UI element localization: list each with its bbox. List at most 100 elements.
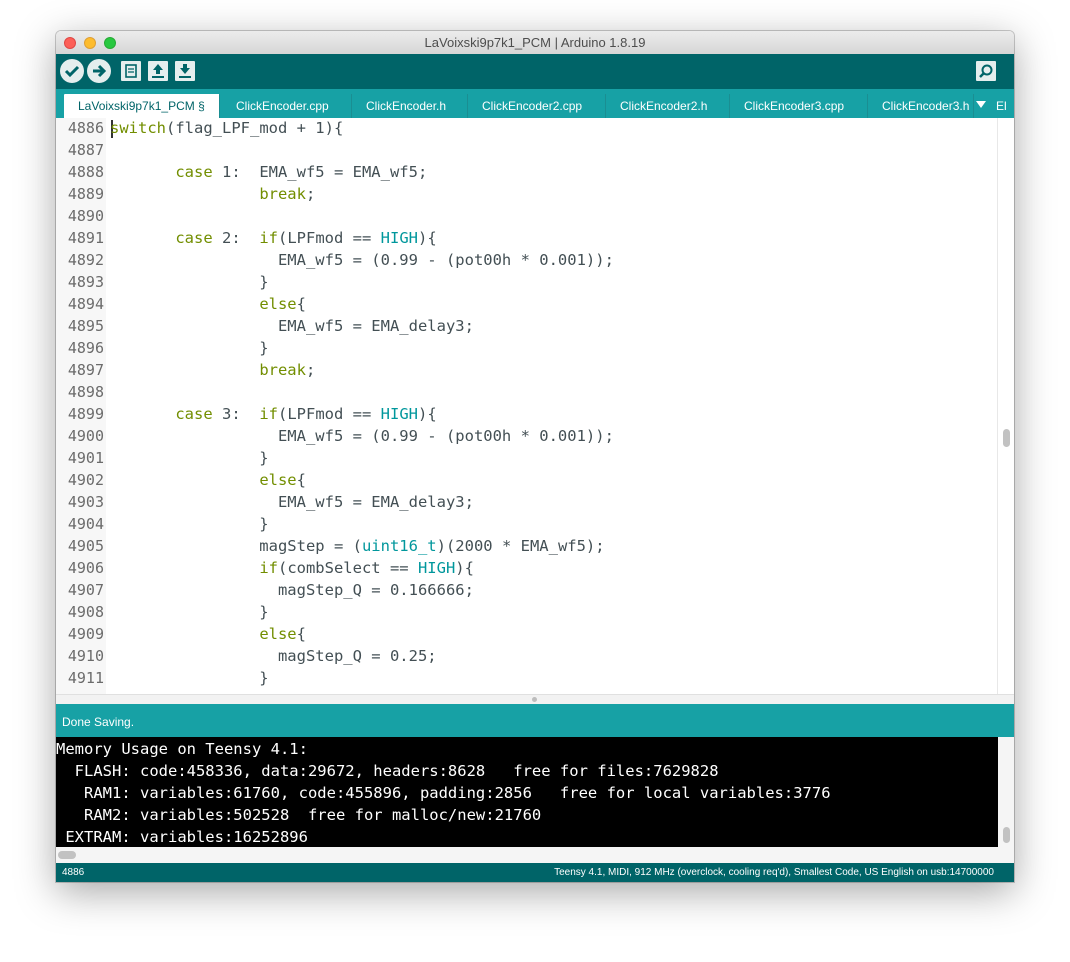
code-line: magStep = (uint16_t)(2000 * EMA_wf5); (110, 537, 604, 555)
code-line: case 2: if(LPFmod == HIGH){ (110, 229, 437, 247)
code-editor[interactable]: 4886 4887 4888 4889 4890 4891 4892 4893 4894 4895… (56, 118, 1014, 724)
line-number: 4895 (67, 317, 104, 335)
code-token: case (175, 229, 213, 247)
title-bar: LaVoixski9p7k1_PCM | Arduino 1.8.19 (56, 31, 1014, 55)
code-token: } (110, 449, 269, 467)
code-line: else{ (110, 471, 306, 489)
line-number-gutter: 4886 4887 4888 4889 4890 4891 4892 4893 4894 4895… (56, 118, 106, 708)
line-number: 4899 (67, 405, 104, 423)
code-token: if (259, 405, 278, 423)
console-line: EXTRAM: variables:16252896 (56, 828, 308, 846)
code-token: { (296, 471, 306, 489)
code-token: else (259, 471, 297, 489)
verify-button[interactable] (60, 59, 84, 83)
divider-grip-icon (532, 697, 537, 702)
check-icon (64, 65, 80, 78)
editor-vertical-scrollbar[interactable] (997, 118, 1014, 708)
console-line: RAM2: variables:502528 free for malloc/n… (56, 806, 542, 824)
tab-bar: LaVoixski9p7k1_PCM § ClickEncoder.cpp Cl… (56, 89, 1014, 118)
line-number: 4886 (67, 119, 104, 137)
code-token: if (259, 229, 278, 247)
upload-button[interactable] (87, 59, 111, 83)
code-line: switch(flag_LPF_mod + 1){ (110, 119, 343, 137)
tab-overflow[interactable]: El (992, 94, 1014, 118)
footer-bar: 4886 Teensy 4.1, MIDI, 912 MHz (overcloc… (56, 863, 1014, 882)
code-token: { (296, 625, 306, 643)
code-token: case (175, 405, 213, 423)
console-output[interactable]: Memory Usage on Teensy 4.1: FLASH: code:… (56, 737, 1014, 863)
code-token: else (259, 295, 297, 313)
code-token: magStep_Q = 0.25; (110, 647, 437, 665)
magnifier-icon (979, 64, 993, 78)
code-line: case 1: EMA_wf5 = EMA_wf5; (110, 163, 427, 181)
console-vertical-scroll-thumb[interactable] (1003, 827, 1010, 843)
code-token: magStep = ( (110, 537, 362, 555)
line-number: 4908 (67, 603, 104, 621)
console-horizontal-scroll-thumb[interactable] (58, 851, 76, 859)
code-line: } (110, 669, 269, 687)
code-token: switch (110, 119, 166, 137)
line-number: 4893 (67, 273, 104, 291)
code-token: (flag_LPF_mod + 1){ (166, 119, 344, 137)
code-token: ){ (417, 229, 437, 247)
tab-lavoixski9p7k1-pcm[interactable]: LaVoixski9p7k1_PCM § (64, 94, 220, 118)
code-line: } (110, 449, 269, 467)
open-sketch-button[interactable] (148, 61, 168, 81)
arrow-right-icon (93, 64, 107, 78)
line-number: 4897 (67, 361, 104, 379)
tab-clickencoder-cpp[interactable]: ClickEncoder.cpp (222, 94, 352, 118)
line-number: 4894 (67, 295, 104, 313)
current-line-number: 4886 (62, 867, 85, 878)
window-title: LaVoixski9p7k1_PCM | Arduino 1.8.19 (424, 35, 646, 50)
open-up-icon (152, 64, 164, 78)
tab-clickencoder3-h[interactable]: ClickEncoder3.h (868, 94, 974, 118)
console-horizontal-scrollbar[interactable] (56, 847, 1014, 863)
line-number: 4907 (67, 581, 104, 599)
new-sketch-button[interactable] (121, 61, 141, 81)
code-token: ){ (417, 405, 437, 423)
line-number: 4900 (67, 427, 104, 445)
tab-clickencoder2-cpp[interactable]: ClickEncoder2.cpp (468, 94, 606, 118)
line-number: 4906 (67, 559, 104, 577)
code-token: } (110, 603, 269, 621)
serial-monitor-button[interactable] (976, 61, 996, 81)
line-number: 4887 (67, 141, 104, 159)
code-token: EMA_wf5 = EMA_delay3; (110, 317, 474, 335)
code-token: (LPFmod == (278, 229, 381, 247)
new-file-icon (125, 64, 137, 78)
code-line: else{ (110, 295, 306, 313)
code-token: else (259, 625, 297, 643)
status-message: Done Saving. (62, 715, 135, 729)
code-token: HIGH (417, 559, 456, 577)
line-number: 4909 (67, 625, 104, 643)
code-token: EMA_wf5 = (0.99 - (pot00h * 0.001)); (110, 427, 614, 445)
line-number: 4904 (67, 515, 104, 533)
tab-menu-chevron-down-icon[interactable] (976, 101, 986, 109)
code-token: magStep_Q = 0.166666; (110, 581, 474, 599)
code-token: } (110, 669, 269, 687)
code-line: if(combSelect == HIGH){ (110, 559, 474, 577)
line-number: 4892 (67, 251, 104, 269)
code-line: } (110, 603, 269, 621)
code-area[interactable]: switch(flag_LPF_mod + 1){ case 1: EMA_wf… (110, 118, 998, 708)
code-token: (combSelect == (277, 559, 418, 577)
save-sketch-button[interactable] (175, 61, 195, 81)
line-number: 4896 (67, 339, 104, 357)
tab-clickencoder-h[interactable]: ClickEncoder.h (352, 94, 468, 118)
line-number: 4911 (67, 669, 104, 687)
code-line: case 3: if(LPFmod == HIGH){ (110, 405, 437, 423)
toolbar (56, 54, 1014, 89)
tab-clickencoder3-cpp[interactable]: ClickEncoder3.cpp (730, 94, 868, 118)
code-token: 1: EMA_wf5 = EMA_wf5; (212, 163, 428, 181)
ide-window: LaVoixski9p7k1_PCM | Arduino 1.8.19 LaVo… (56, 31, 1014, 882)
console-vertical-scrollbar[interactable] (998, 737, 1014, 847)
code-line: EMA_wf5 = (0.99 - (pot00h * 0.001)); (110, 427, 614, 445)
code-line: magStep_Q = 0.166666; (110, 581, 474, 599)
editor-vertical-scroll-thumb[interactable] (1003, 429, 1010, 447)
tab-clickencoder2-h[interactable]: ClickEncoder2.h (606, 94, 730, 118)
code-token: } (110, 273, 269, 291)
